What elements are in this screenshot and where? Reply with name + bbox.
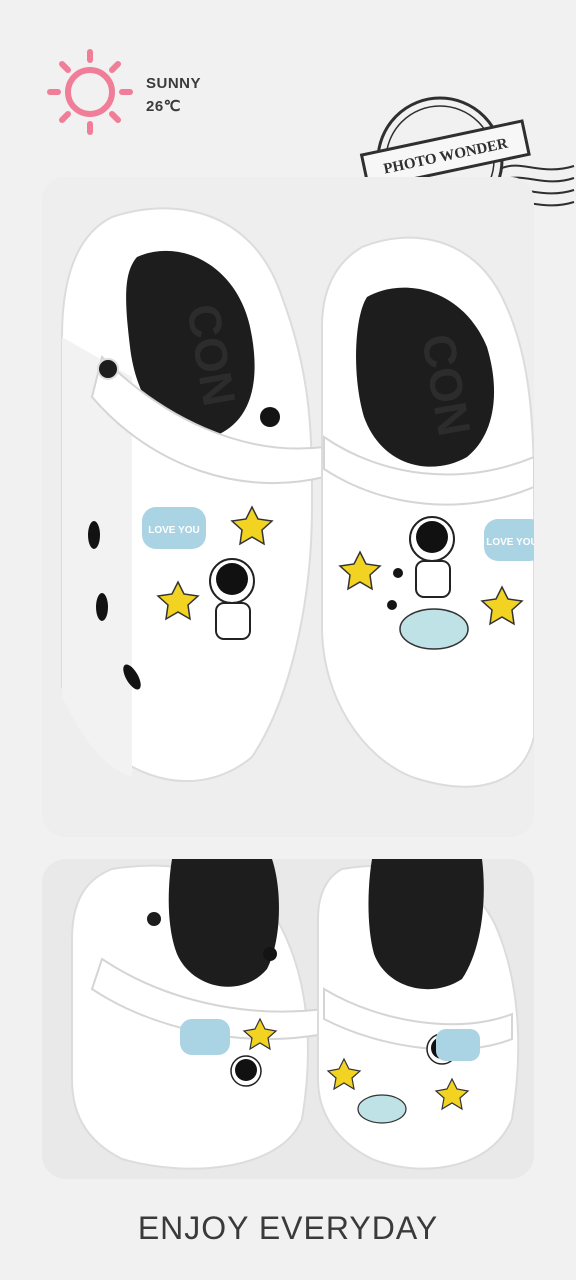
footer-caption: ENJOY EVERYDAY xyxy=(137,1210,439,1246)
love-badge-right: LOVE YOU xyxy=(486,537,534,548)
sun-icon xyxy=(47,49,133,135)
product-photo-secondary xyxy=(42,859,534,1179)
weather-condition: SUNNY xyxy=(146,75,202,92)
weather-temperature: 26℃ xyxy=(146,98,182,115)
right-clog: CON LOVE YOU xyxy=(321,236,534,788)
weather-widget: SUNNY 26℃ xyxy=(42,44,242,140)
clogs-illustration-small xyxy=(42,859,534,1179)
weather-text: SUNNY 26℃ xyxy=(146,72,201,118)
love-badge-left: LOVE YOU xyxy=(148,525,200,536)
product-photo-main: CON LOVE YOU CON LOVE YOU xyxy=(42,177,534,837)
clogs-illustration: CON LOVE YOU CON LOVE YOU xyxy=(42,177,534,837)
